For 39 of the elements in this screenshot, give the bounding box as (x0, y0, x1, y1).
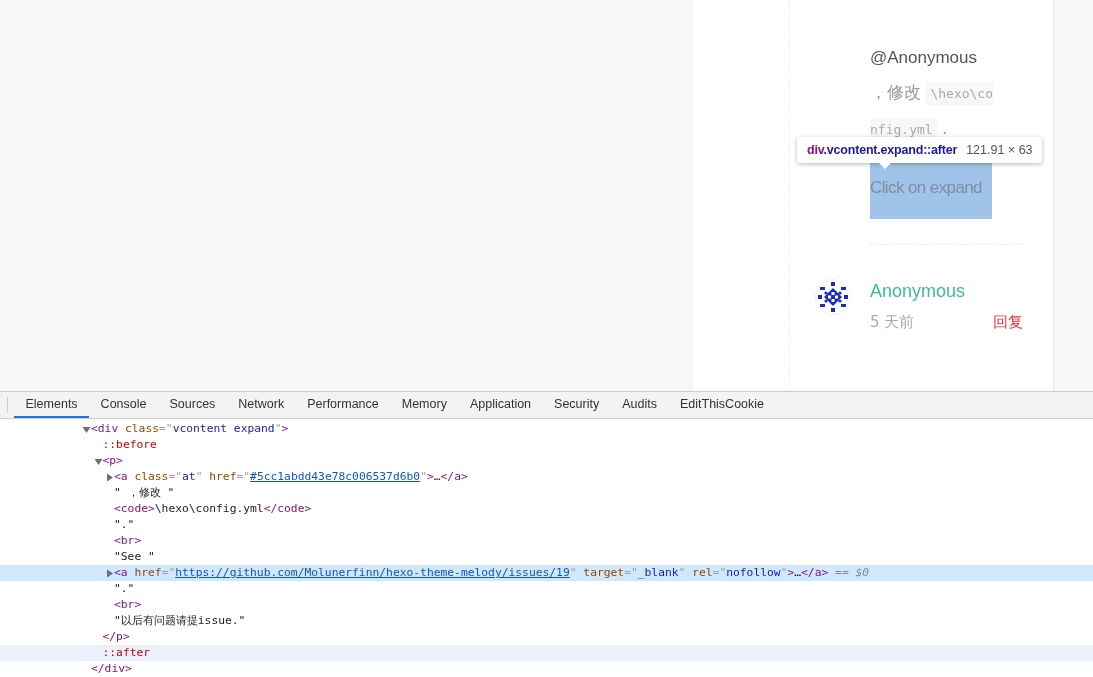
caret-down-icon[interactable] (93, 456, 103, 466)
dom-node[interactable]: <a class="at" href="#5cc1abdd43e78c006537d6b0">…</a> (0, 469, 1093, 485)
dom-node[interactable]: " ，修改 " (0, 485, 1093, 501)
element-size: 121.91 × 63 (966, 143, 1033, 157)
link[interactable]: https://github.com/Molunerfinn/hexo-theme-melody/issues/19 (175, 565, 570, 581)
devtools-tab[interactable]: Network (226, 392, 296, 418)
dom-node[interactable]: ::after (0, 645, 1093, 661)
comment-time: 5 天前 (870, 313, 915, 332)
devtools-tab[interactable]: Console (89, 392, 158, 418)
reply-link[interactable]: 回复 (993, 313, 1023, 332)
comment-author: Anonymous (870, 280, 966, 303)
dom-node[interactable]: <a href="https://github.com/Molunerfinn/hexo-theme-melody/issues/19" target="_blank" rel="nofollow">…</a> == $0 (0, 565, 1093, 581)
dom-node[interactable]: "." (0, 581, 1093, 597)
devtools-tab[interactable]: Performance (295, 392, 391, 418)
closing-tag[interactable]: </p> (0, 629, 1093, 645)
devtools-tab[interactable]: Sources (158, 392, 227, 418)
devtools-tab[interactable]: Memory (390, 392, 459, 418)
caret-right-icon[interactable] (105, 568, 114, 578)
caret-down-icon[interactable] (82, 424, 91, 434)
element-selector: div.vcontent.expand::after (807, 143, 958, 157)
devtools-tab[interactable]: Security (542, 392, 611, 418)
devtools-tab[interactable]: Application (458, 392, 543, 418)
devtools-tab[interactable]: EditThisCookie (668, 392, 776, 418)
dom-node[interactable]: <p> (0, 453, 1093, 469)
avatar (815, 279, 851, 315)
devtools-tab[interactable]: Audits (610, 392, 669, 418)
dom-node[interactable]: "." (0, 517, 1093, 533)
dom-node[interactable]: "以后有问题请提issue." (0, 613, 1093, 629)
dom-node[interactable]: <br> (0, 533, 1093, 549)
dom-node[interactable]: <br> (0, 597, 1093, 613)
closing-tag[interactable]: </div> (0, 661, 1093, 677)
dom-node[interactable]: <div class="vcontent expand"> (0, 421, 1093, 437)
dom-node[interactable]: "See " (0, 549, 1093, 565)
link[interactable]: #5cc1abdd43e78c006537d6b0 (250, 469, 421, 485)
devtools-tab[interactable]: Elements (14, 392, 90, 418)
mention-link[interactable]: @Anonymous (870, 48, 978, 67)
dom-node[interactable]: ::before (0, 437, 1093, 453)
caret-right-icon[interactable] (105, 472, 114, 482)
dom-node[interactable]: <code>\hexo\config.yml</code> (0, 501, 1093, 517)
